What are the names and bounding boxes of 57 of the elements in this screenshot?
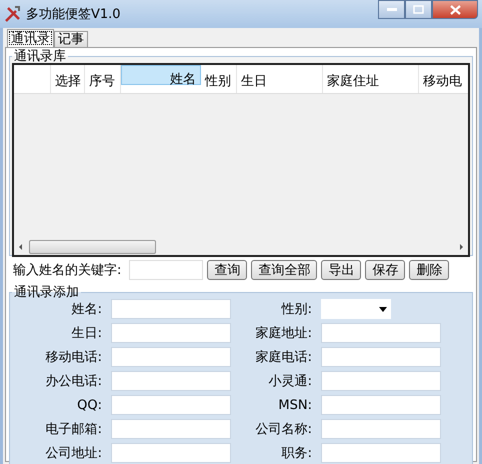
input-field[interactable]	[111, 299, 231, 319]
column-header[interactable]: 移动电	[419, 65, 468, 93]
group-title: 通讯录添加	[13, 286, 80, 299]
input-field[interactable]	[321, 443, 441, 463]
column-header[interactable]: 生日	[237, 65, 323, 93]
minimize-icon	[386, 8, 396, 12]
input-field[interactable]	[111, 419, 231, 439]
tab[interactable]: 记事	[54, 31, 88, 47]
keyword-field[interactable]	[129, 260, 204, 280]
field-label: 移动电话:	[44, 349, 102, 366]
action-button[interactable]: 删除	[409, 260, 450, 280]
column-header[interactable]: 家庭住址	[323, 65, 419, 93]
dropdown-field[interactable]	[321, 299, 391, 319]
maximize-button[interactable]	[405, 0, 432, 19]
field-label: 公司地址:	[44, 445, 102, 462]
input-field[interactable]	[321, 347, 441, 367]
field-label: 小灵通:	[268, 373, 312, 390]
window-title: 多功能便签V1.0	[26, 6, 121, 23]
group-title: 通讯录库	[13, 50, 67, 63]
field-label: 办公电话:	[44, 373, 102, 390]
search-label: 输入姓名的关键字:	[13, 262, 122, 279]
input-field[interactable]	[321, 419, 441, 439]
field-label: 职务:	[280, 445, 312, 462]
action-button[interactable]: 查询	[207, 260, 248, 280]
field-label: QQ:	[76, 398, 102, 412]
scrollbar-thumb[interactable]	[29, 240, 156, 254]
input-field[interactable]	[111, 395, 231, 415]
action-button[interactable]: 导出	[321, 260, 362, 280]
input-field[interactable]	[111, 443, 231, 463]
input-field[interactable]	[111, 347, 231, 367]
field-label: 性别:	[280, 301, 312, 318]
field-label: 生日:	[70, 325, 102, 342]
scroll-left-icon	[17, 243, 25, 251]
input-field[interactable]	[321, 395, 441, 415]
field-label: 家庭电话:	[254, 349, 312, 366]
input-field[interactable]	[321, 323, 441, 343]
tools-icon	[4, 5, 22, 23]
column-header[interactable]: 姓名	[121, 65, 201, 85]
column-header[interactable]: 选择	[51, 65, 85, 93]
field-label: 姓名:	[70, 301, 102, 318]
field-label: 公司名称:	[254, 421, 312, 438]
scroll-right-icon	[457, 243, 465, 251]
tab[interactable]: 通讯录	[7, 29, 54, 47]
close-icon	[450, 4, 460, 14]
input-field[interactable]	[111, 323, 231, 343]
field-label: MSN:	[277, 398, 312, 412]
column-header[interactable]: 性别	[201, 65, 237, 93]
maximize-icon	[413, 5, 424, 14]
close-button[interactable]	[432, 0, 478, 19]
input-field[interactable]	[111, 371, 231, 391]
minimize-button[interactable]	[378, 0, 405, 19]
action-button[interactable]: 保存	[365, 260, 406, 280]
input-field[interactable]	[321, 371, 441, 391]
dropdown-caret-icon	[379, 306, 387, 312]
field-label: 家庭地址:	[254, 325, 312, 342]
action-button[interactable]: 查询全部	[251, 260, 318, 280]
field-label: 电子邮箱:	[44, 421, 102, 438]
